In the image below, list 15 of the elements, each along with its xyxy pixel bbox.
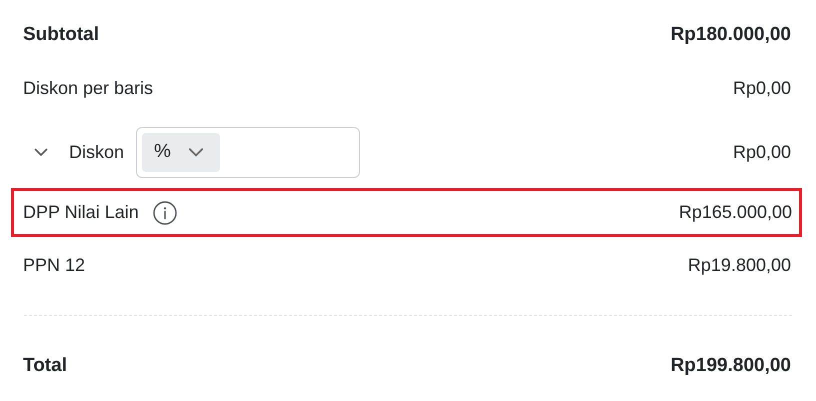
unit-dropdown[interactable]: % (142, 132, 220, 172)
row-label: DPP Nilai Lain (23, 202, 139, 223)
amount-text: Rp180.000,00 (670, 24, 791, 46)
row-label: PPN 12 (23, 254, 86, 276)
row-label: Diskon (69, 142, 124, 162)
row-label: Total (23, 355, 67, 377)
amount-text: Rp0,00 (732, 78, 791, 98)
row-label: Subtotal (23, 24, 99, 46)
amount-text: Rp0,00 (732, 142, 791, 162)
discount-field[interactable]: % (136, 126, 360, 178)
amount-text: Rp199.800,00 (670, 355, 791, 377)
row-label: Diskon per baris (23, 78, 154, 98)
amount-text: Rp19.800,00 (688, 254, 791, 276)
amount-text: Rp165.000,00 (678, 202, 792, 223)
info-icon (152, 200, 177, 224)
